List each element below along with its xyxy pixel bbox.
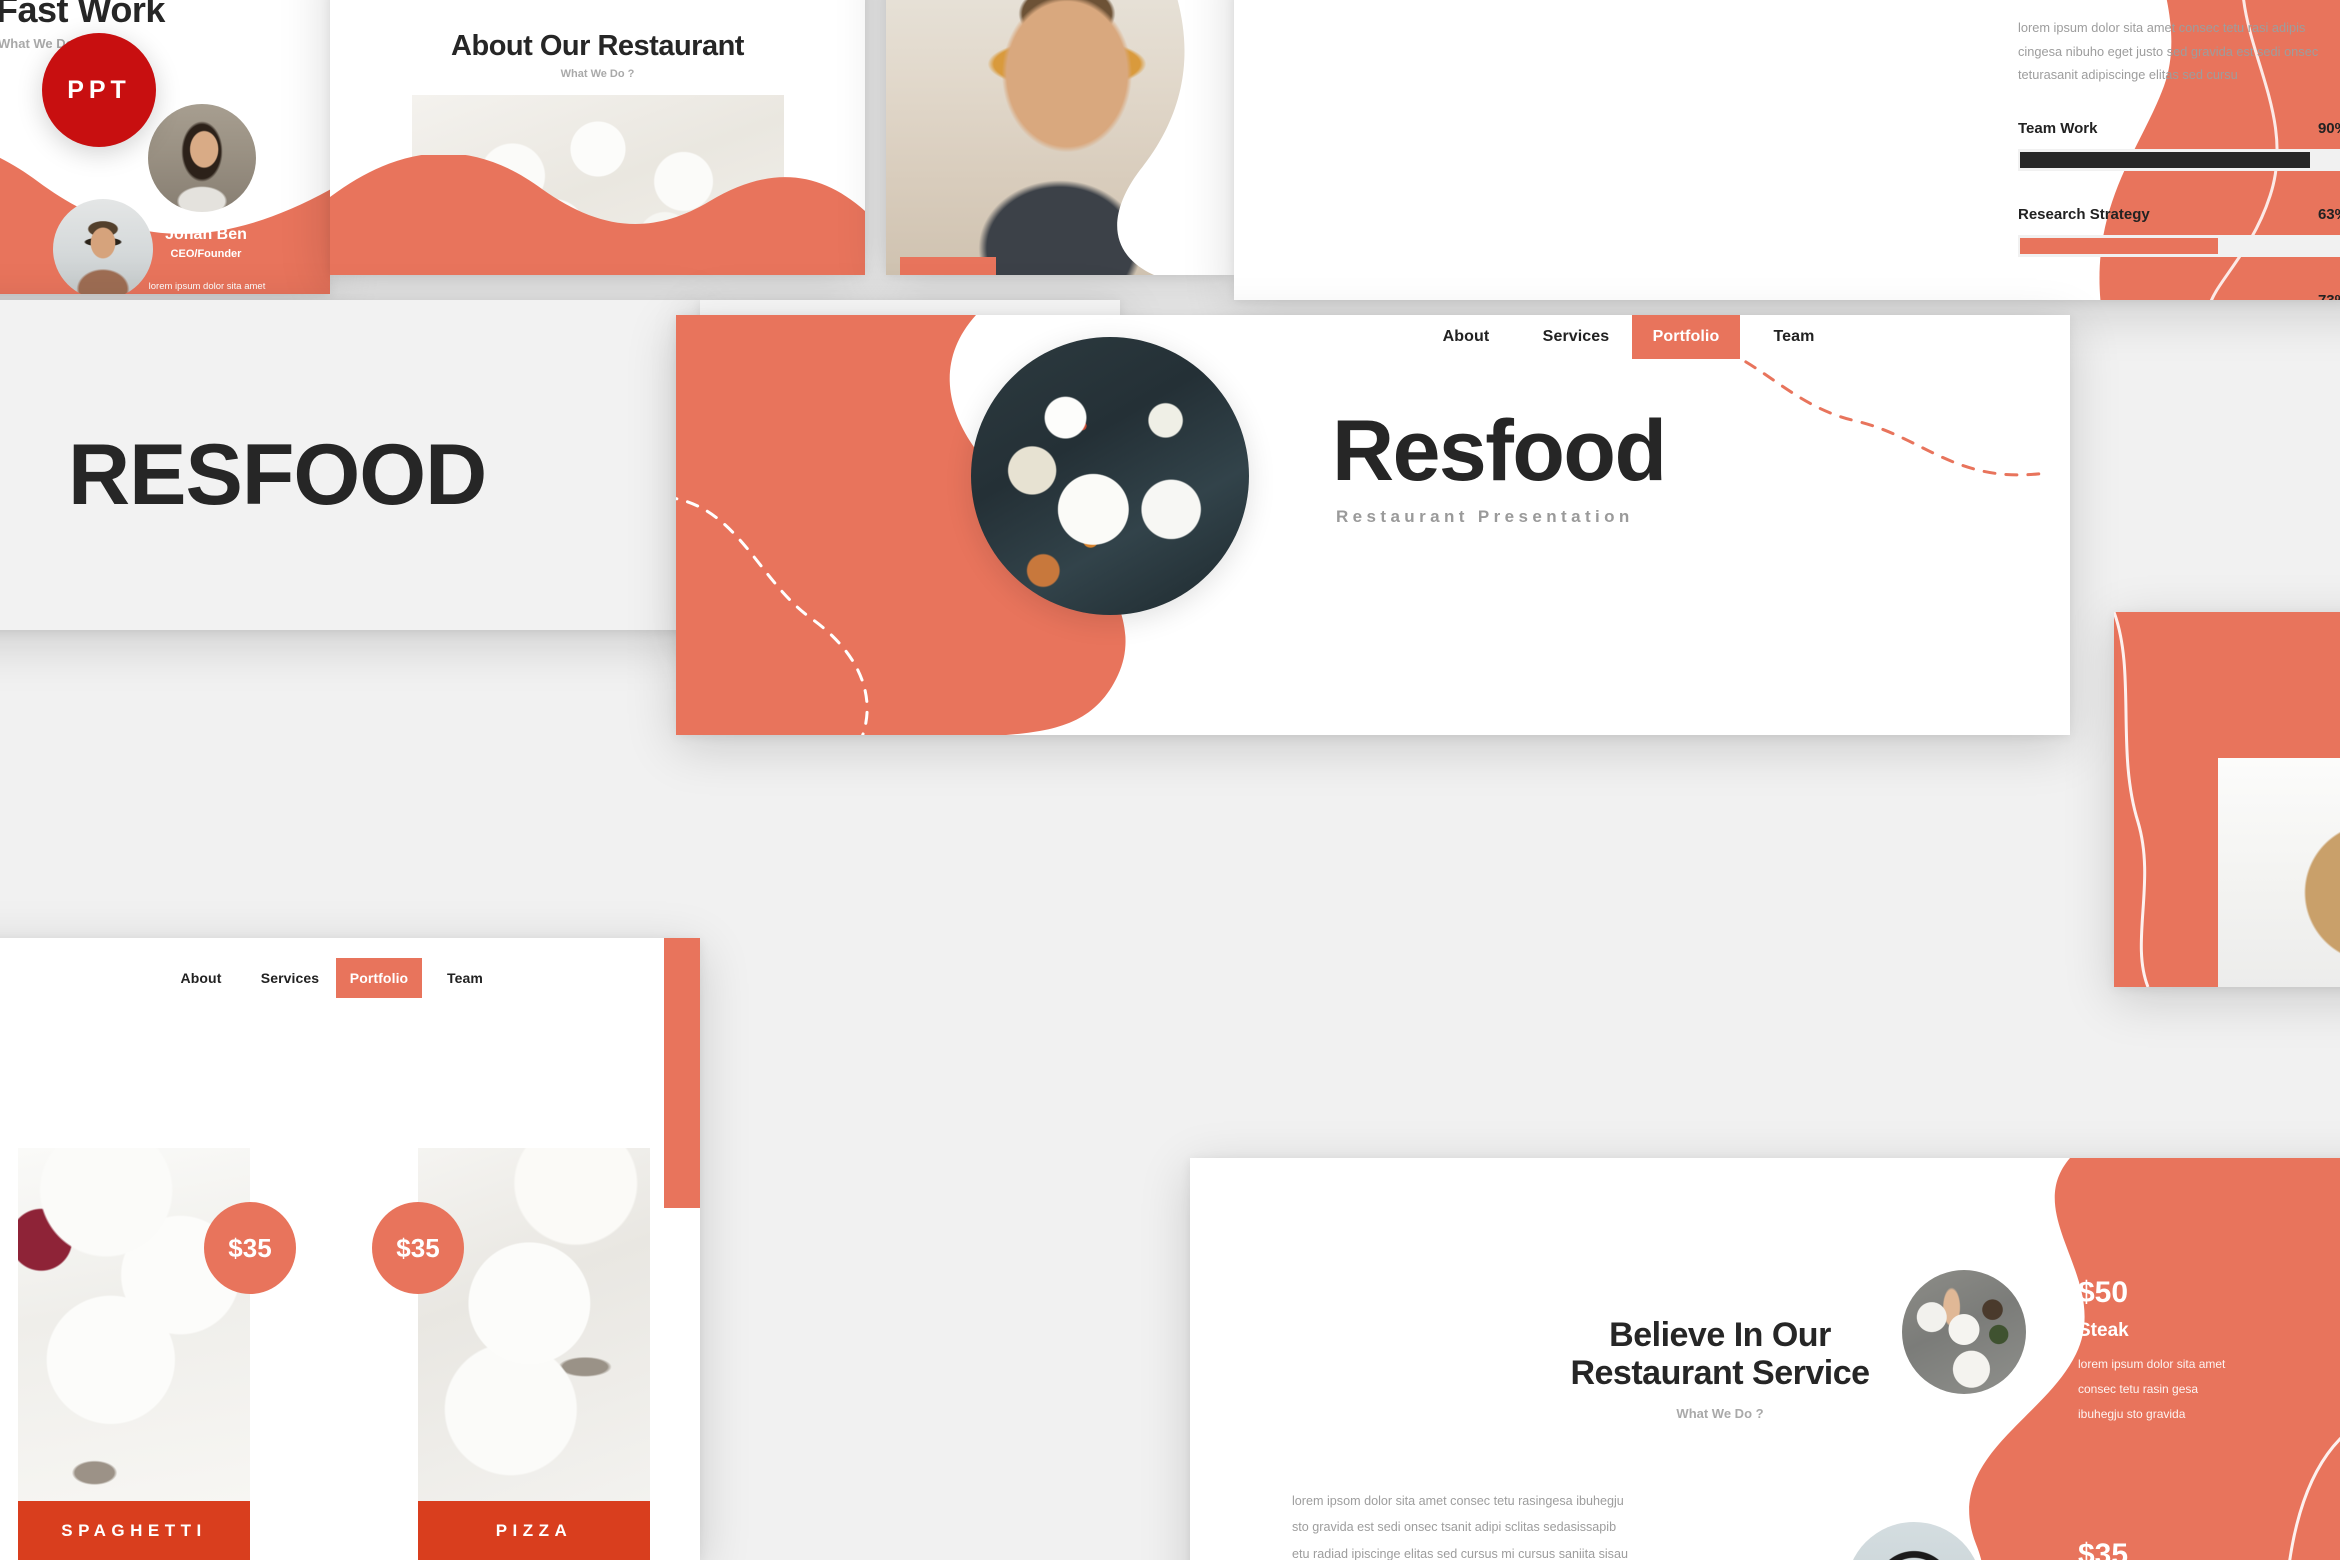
slide-person-photo[interactable] [886, 0, 1234, 275]
nav-item-services[interactable]: Services [1520, 315, 1632, 359]
nav-item-about[interactable]: About [1412, 315, 1520, 359]
slide-bowl[interactable] [2114, 612, 2340, 987]
service-item[interactable]: $35 [1846, 1522, 2129, 1560]
pizza-label-bar: PIZZA [418, 1501, 650, 1560]
steak-desc-line: ibuhegju sto gravida [2078, 1407, 2186, 1422]
nav-item-services[interactable]: Services [244, 958, 336, 998]
skill-value: 73% [2318, 292, 2340, 300]
skill-progress-track [2018, 149, 2340, 171]
steak-desc-line: consec tetu rasin gesa [2078, 1382, 2199, 1397]
skill-row: Team Work 90% [2018, 120, 2340, 171]
second-item-price: $35 [2078, 1538, 2129, 1560]
steak-name: Steak [2078, 1320, 2129, 1341]
menu-card[interactable]: PIZZA $35 [372, 1148, 650, 1560]
pizza-price: $35 [396, 1232, 440, 1263]
skills-body-line: cingesa nibuho eget justo sed gravida es… [2018, 43, 2319, 59]
skill-value: 63% [2317, 206, 2340, 223]
service-title-line2: Restaurant Service [1570, 1354, 1870, 1392]
pizza-photo [418, 1148, 650, 1501]
service-title-line1: Believe In Our [1609, 1316, 1831, 1354]
spaghetti-price: $35 [228, 1232, 272, 1263]
slide-wordmark[interactable]: RESFOOD [0, 300, 700, 630]
nav-item-team[interactable]: Team [422, 958, 508, 998]
service-body-line: etu radiad ipiscinge elitas sed cursus m… [1292, 1546, 1628, 1560]
team-bio-line: lorem ipsum dolor sita amet [148, 281, 266, 292]
slide-skills[interactable]: Skills : lorem ipsum dolor sita amet con… [1234, 0, 2340, 300]
person-photo-chip [900, 257, 996, 275]
nav-item-about[interactable]: About [158, 958, 244, 998]
menu-card[interactable]: SPAGHETTI $35 [18, 1148, 296, 1560]
bowl-white-curve-icon [2114, 612, 2150, 987]
hero-food-photo [971, 337, 1249, 615]
bowl-photo [2218, 758, 2340, 987]
spaghetti-price-badge: $35 [204, 1202, 296, 1294]
hero-subtitle: Restaurant Presentation [1336, 507, 1634, 526]
nav-item-portfolio[interactable]: Portfolio [1632, 315, 1740, 359]
menu-right-bar [664, 938, 700, 1208]
nav-item-portfolio[interactable]: Portfolio [336, 958, 422, 998]
spaghetti-photo [18, 1148, 250, 1501]
wordmark-text: RESFOOD [68, 427, 487, 523]
slide-menu[interactable]: About Services Portfolio Team SPAGHETTI … [0, 938, 700, 1560]
pizza-label: PIZZA [495, 1520, 573, 1540]
steak-price: $50 [2078, 1276, 2129, 1309]
skill-progress-fill [2020, 152, 2311, 168]
team-person-role: CEO/Founder [170, 248, 242, 260]
hero-nav[interactable]: About Services Portfolio Team [1412, 315, 1848, 359]
steak-photo [1902, 1270, 2026, 1394]
menu-nav[interactable]: About Services Portfolio Team [158, 958, 508, 998]
spaghetti-label: SPAGHETTI [61, 1520, 207, 1540]
nav-item-team[interactable]: Team [1740, 315, 1848, 359]
about-title: About Our Restaurant [451, 30, 744, 62]
spaghetti-label-bar: SPAGHETTI [18, 1501, 250, 1560]
ppt-badge-label: PPT [67, 75, 131, 104]
team-person-name: Johan Ben [165, 226, 247, 243]
team-title: Fast Work [0, 0, 165, 30]
slide-service[interactable]: About Services Portfolio Team Believe In… [1190, 1158, 2340, 1560]
second-item-photo [1846, 1522, 1982, 1560]
slide-about[interactable]: About Services Portfolio Team About Our … [330, 0, 865, 275]
service-subtitle: What We Do ? [1676, 1406, 1764, 1421]
service-body-line: lorem ipsom dolor sita amet consec tetu … [1292, 1494, 1624, 1508]
skill-label: Team Work [2018, 120, 2098, 137]
skill-row: 73% [2018, 292, 2340, 300]
slide-hero[interactable]: About Services Portfolio Team Resfood Re… [676, 315, 2070, 735]
hero-title: Resfood [1332, 403, 1667, 499]
pizza-price-badge: $35 [372, 1202, 464, 1294]
slide-team[interactable]: Fast Work What We Do ? Johan Ben CEO/Fou… [0, 0, 330, 294]
ppt-badge: PPT [42, 33, 156, 147]
skill-label: Research Strategy [2018, 206, 2150, 223]
team-photo-woman [148, 104, 256, 212]
steak-desc-line: lorem ipsum dolor sita amet [2078, 1357, 2226, 1371]
presentation-mockup-canvas: Fast Work What We Do ? Johan Ben CEO/Fou… [0, 0, 2340, 1560]
service-body-line: sto gravida est sedi onsec tsanit adipi … [1292, 1520, 1617, 1535]
about-subtitle: What We Do ? [560, 68, 635, 80]
skills-body-line: lorem ipsum dolor sita amet consec tetu … [2018, 20, 2306, 35]
skill-progress-fill [2020, 238, 2218, 254]
skill-value: 90% [2317, 120, 2340, 137]
skill-progress-track [2018, 235, 2340, 257]
skills-body-line: teturasanit adipiscinge elitas sed cursu [2018, 67, 2238, 83]
skill-row: Research Strategy 63% [2018, 206, 2340, 257]
service-item[interactable]: $50 Steak lorem ipsum dolor sita amet co… [1902, 1270, 2226, 1428]
